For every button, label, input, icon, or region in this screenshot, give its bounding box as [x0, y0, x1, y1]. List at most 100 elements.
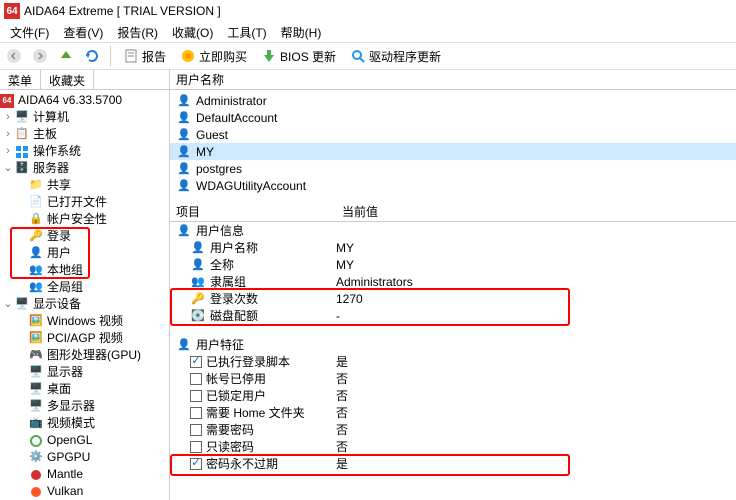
tree-server[interactable]: ⌄🗄️服务器	[0, 160, 169, 177]
share-icon: 📁	[28, 178, 44, 194]
menu-fav[interactable]: 收藏(O)	[166, 22, 219, 43]
group-icon: 👥	[190, 274, 206, 290]
videomode-icon: 📺	[28, 416, 44, 432]
users-icon: 👤	[28, 246, 44, 262]
section-userflags[interactable]: 👤用户特征	[170, 336, 736, 353]
user-list-header: 用户名称	[170, 70, 736, 90]
tab-fav[interactable]: 收藏夹	[41, 70, 94, 89]
checkbox-icon	[190, 407, 202, 419]
openfiles-icon: 📄	[28, 195, 44, 211]
row-group[interactable]: 👥隶属组Administrators	[170, 273, 736, 290]
logon-icon: 🔑	[190, 291, 206, 307]
bios-update-button[interactable]: BIOS 更新	[257, 46, 340, 67]
tree-multimon[interactable]: 🖥️多显示器	[0, 398, 169, 415]
tree-gpgpu[interactable]: ⚙️GPGPU	[0, 449, 169, 466]
gpgpu-icon: ⚙️	[28, 450, 44, 466]
logon-icon: 🔑	[28, 229, 44, 245]
report-button[interactable]: 报告	[119, 46, 170, 67]
toolbar-divider	[110, 46, 111, 66]
user-row-selected[interactable]: 👤MY	[170, 143, 736, 160]
multimon-icon: 🖥️	[28, 399, 44, 415]
driver-update-button[interactable]: 驱动程序更新	[346, 46, 445, 67]
tree-gpu[interactable]: 🎮图形处理器(GPU)	[0, 347, 169, 364]
tree-logon[interactable]: 🔑登录	[0, 228, 169, 245]
tree-opengl[interactable]: OpenGL	[0, 432, 169, 449]
tree-openfiles[interactable]: 📄已打开文件	[0, 194, 169, 211]
desktop-icon: 🖥️	[28, 382, 44, 398]
col-field[interactable]: 项目	[170, 201, 336, 222]
pcivideo-icon: 🖼️	[28, 331, 44, 347]
tree-root[interactable]: 64AIDA64 v6.33.5700	[0, 92, 169, 109]
section-userinfo[interactable]: 👤用户信息	[170, 222, 736, 239]
row-username[interactable]: 👤用户名称MY	[170, 239, 736, 256]
user-icon: 👤	[176, 223, 192, 239]
gpu-icon: 🎮	[28, 348, 44, 364]
tree-os[interactable]: ›操作系统	[0, 143, 169, 160]
col-value[interactable]: 当前值	[336, 201, 736, 222]
computer-icon: 🖥️	[14, 110, 30, 126]
tree-share[interactable]: 📁共享	[0, 177, 169, 194]
buy-button[interactable]: 立即购买	[176, 46, 251, 67]
menu-tools[interactable]: 工具(T)	[221, 22, 272, 43]
tree-mantle[interactable]: Mantle	[0, 466, 169, 483]
vulkan-icon	[28, 484, 44, 500]
user-row[interactable]: 👤DefaultAccount	[170, 109, 736, 126]
user-icon: 👤	[190, 240, 206, 256]
forward-icon[interactable]	[30, 46, 50, 66]
user-row[interactable]: 👤postgres	[170, 160, 736, 177]
up-icon[interactable]	[56, 46, 76, 66]
tab-menu[interactable]: 菜单	[0, 70, 41, 89]
back-icon[interactable]	[4, 46, 24, 66]
checkbox-icon	[190, 441, 202, 453]
row-disabled[interactable]: 帐号已停用否	[170, 370, 736, 387]
row-script[interactable]: ✓已执行登录脚本是	[170, 353, 736, 370]
row-ropw[interactable]: 只读密码否	[170, 438, 736, 455]
row-homedir[interactable]: 需要 Home 文件夹否	[170, 404, 736, 421]
disk-icon: 💽	[190, 308, 206, 324]
tree-vulkan[interactable]: Vulkan	[0, 483, 169, 500]
refresh-icon[interactable]	[82, 46, 102, 66]
titlebar: 64 AIDA64 Extreme [ TRIAL VERSION ]	[0, 0, 736, 22]
windows-icon	[14, 144, 30, 160]
tree-pcivideo[interactable]: 🖼️PCI/AGP 视频	[0, 330, 169, 347]
checkbox-icon	[190, 390, 202, 402]
tree[interactable]: 64AIDA64 v6.33.5700 ›🖥️计算机 ›📋主板 ›操作系统 ⌄🗄…	[0, 90, 169, 500]
checkbox-checked-icon: ✓	[190, 458, 202, 470]
row-needpw[interactable]: 需要密码否	[170, 421, 736, 438]
menu-help[interactable]: 帮助(H)	[275, 22, 328, 43]
tree-motherboard[interactable]: ›📋主板	[0, 126, 169, 143]
user-icon: 👤	[176, 337, 192, 353]
tree-monitor[interactable]: 🖥️显示器	[0, 364, 169, 381]
user-row[interactable]: 👤Guest	[170, 126, 736, 143]
window-title: AIDA64 Extreme [ TRIAL VERSION ]	[24, 4, 221, 18]
user-list: 👤Administrator 👤DefaultAccount 👤Guest 👤M…	[170, 90, 736, 196]
checkbox-icon	[190, 424, 202, 436]
user-row[interactable]: 👤Administrator	[170, 92, 736, 109]
menu-file[interactable]: 文件(F)	[4, 22, 55, 43]
row-logins[interactable]: 🔑登录次数1270	[170, 290, 736, 307]
tree-acctsec[interactable]: 🔒帐户安全性	[0, 211, 169, 228]
menu-report[interactable]: 报告(R)	[111, 22, 164, 43]
row-quota[interactable]: 💽磁盘配额-	[170, 307, 736, 324]
row-fullname[interactable]: 👤全称MY	[170, 256, 736, 273]
tree-computer[interactable]: ›🖥️计算机	[0, 109, 169, 126]
user-icon: 👤	[176, 127, 192, 143]
row-pwnever[interactable]: ✓密码永不过期是	[170, 455, 736, 472]
mantle-icon	[28, 467, 44, 483]
tree-videomode[interactable]: 📺视频模式	[0, 415, 169, 432]
spacer	[170, 324, 736, 336]
user-icon: 👤	[190, 257, 206, 273]
tree-display[interactable]: ⌄🖥️显示设备	[0, 296, 169, 313]
tree-desktop[interactable]: 🖥️桌面	[0, 381, 169, 398]
globalgroups-icon: 👥	[28, 280, 44, 296]
row-locked[interactable]: 已锁定用户否	[170, 387, 736, 404]
menu-view[interactable]: 查看(V)	[57, 22, 109, 43]
tree-users[interactable]: 👤用户	[0, 245, 169, 262]
user-icon: 👤	[176, 110, 192, 126]
toolbar: 报告 立即购买 BIOS 更新 驱动程序更新	[0, 42, 736, 70]
tree-winvideo[interactable]: 🖼️Windows 视频	[0, 313, 169, 330]
col-username[interactable]: 用户名称	[170, 70, 736, 90]
tree-localgroups[interactable]: 👥本地组	[0, 262, 169, 279]
user-row[interactable]: 👤WDAGUtilityAccount	[170, 177, 736, 194]
tree-globalgroups[interactable]: 👥全局组	[0, 279, 169, 296]
